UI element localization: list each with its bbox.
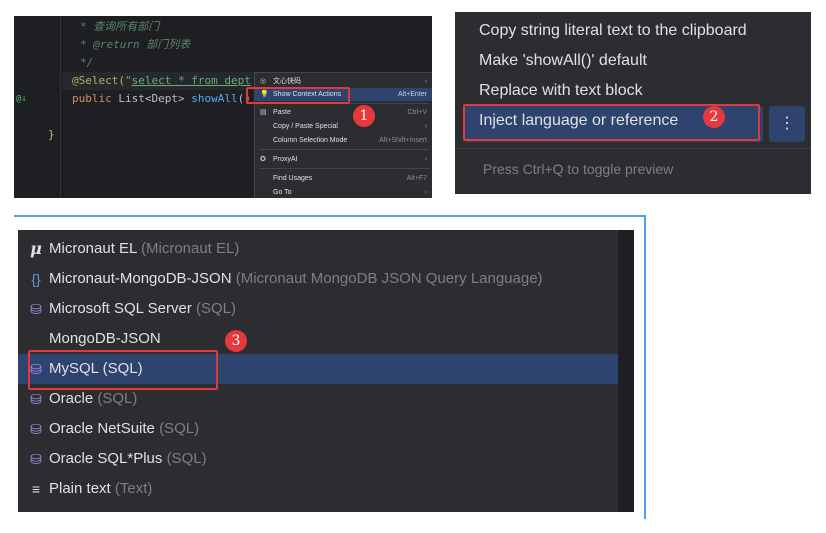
step-badge-2: 2: [703, 106, 725, 128]
proxyai-icon: ✪: [260, 156, 266, 163]
menu-item-column-selection-mode[interactable]: Column Selection Mode Alt+Shift+Insert: [255, 134, 432, 147]
database-icon: ⛁: [30, 421, 42, 437]
code-line-2[interactable]: * @return 部门列表: [80, 36, 190, 54]
menu-item-proxyai[interactable]: ✪ ProxyAI ›: [255, 153, 432, 166]
gutter-divider: [60, 16, 61, 198]
preview-hint-footer: Press Ctrl+Q to toggle preview: [455, 149, 811, 194]
list-item-plain-text[interactable]: ≡ Plain text (Text): [18, 474, 618, 504]
menu-item-find-usages[interactable]: Find Usages Alt+F7: [255, 172, 432, 185]
implementation-gutter-icon[interactable]: @↓: [16, 90, 27, 108]
database-icon: ⛁: [30, 301, 42, 317]
micronaut-icon: μ: [30, 239, 42, 258]
menu-item-paste[interactable]: ▤ Paste Ctrl+V: [255, 106, 432, 119]
database-icon: ⛁: [30, 451, 42, 467]
highlight-box-3: [28, 350, 218, 390]
sql-string[interactable]: "select * from dept: [125, 74, 251, 87]
paste-icon: ▤: [260, 109, 267, 116]
more-options-icon[interactable]: ⋮: [769, 106, 805, 142]
code-line-1[interactable]: * 查询所有部门: [80, 18, 159, 36]
code-line-5[interactable]: public List<Dept> showAll(): [72, 90, 251, 108]
text-lines-icon: ≡: [31, 481, 41, 497]
step-badge-3: 3: [225, 330, 247, 352]
code-closing-brace: }: [48, 128, 55, 141]
menu-separator: [259, 168, 429, 169]
code-editor-panel: * 查询所有部门 * @return 部门列表 */ @Select("sele…: [14, 16, 432, 198]
step-badge-1: 1: [353, 105, 375, 127]
code-line-3[interactable]: */: [80, 54, 93, 72]
list-item-microsoft-sql-server[interactable]: ⛁ Microsoft SQL Server (SQL): [18, 294, 618, 324]
menu-separator: [259, 149, 429, 150]
list-item-micronaut-el[interactable]: μ Micronaut EL (Micronaut EL): [18, 234, 618, 264]
menu-item-go-to[interactable]: Go To ›: [255, 186, 432, 198]
list-scrollbar[interactable]: [618, 230, 634, 512]
intention-replace-text-block[interactable]: Replace with text block: [479, 82, 643, 100]
list-item-oracle-netsuite[interactable]: ⛁ Oracle NetSuite (SQL): [18, 414, 618, 444]
json-braces-icon: {}: [31, 271, 41, 287]
intention-make-default[interactable]: Make 'showAll()' default: [479, 52, 647, 70]
highlight-box-1: [246, 87, 350, 104]
preview-hint-text: Press Ctrl+Q to toggle preview: [483, 161, 674, 177]
intention-actions-panel: Copy string literal text to the clipboar…: [455, 12, 811, 194]
code-line-4[interactable]: @Select("select * from dept: [72, 72, 251, 90]
intention-copy-string-literal[interactable]: Copy string literal text to the clipboar…: [479, 22, 747, 40]
list-item-oracle-sqlplus[interactable]: ⛁ Oracle SQL*Plus (SQL): [18, 444, 618, 474]
menu-item-copy-paste-special[interactable]: Copy / Paste Special ›: [255, 120, 432, 133]
list-item-micronaut-mongodb-json[interactable]: {} Micronaut-MongoDB-JSON (Micronaut Mon…: [18, 264, 618, 294]
